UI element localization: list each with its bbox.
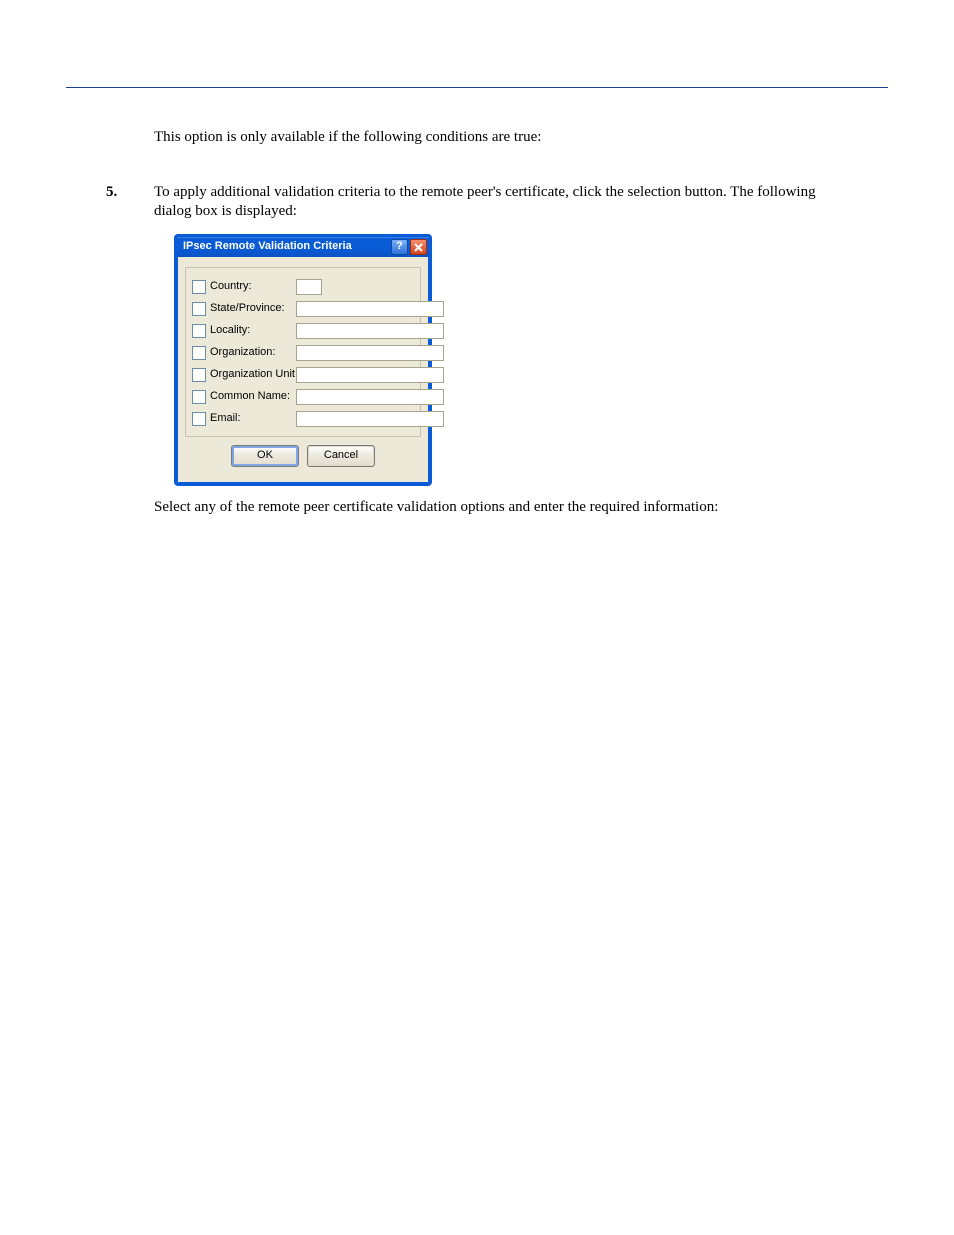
body-text: This option is only available if the fol… <box>130 128 824 517</box>
close-button[interactable] <box>410 239 427 255</box>
ok-button[interactable]: OK <box>231 445 299 467</box>
checkbox-commonname[interactable] <box>192 390 206 404</box>
label-organization: Organization: <box>210 346 292 360</box>
criteria-group: Country: State/Province: Locality: <box>185 267 421 437</box>
intro-line: This option is only available if the fol… <box>154 128 824 147</box>
close-icon <box>414 243 423 252</box>
input-state[interactable] <box>296 301 444 317</box>
label-country: Country: <box>210 280 292 294</box>
field-country: Country: <box>192 276 414 298</box>
field-organization: Organization: <box>192 342 414 364</box>
cancel-button[interactable]: Cancel <box>307 445 375 467</box>
label-email: Email: <box>210 412 292 426</box>
input-country[interactable] <box>296 279 322 295</box>
dialog-screenshot: IPsec Remote Validation Criteria ? Count <box>174 234 824 486</box>
running-header: Configuring Security Configuring IPsec P… <box>66 0 888 1</box>
input-organization[interactable] <box>296 345 444 361</box>
dialog-buttons: OK Cancel <box>185 437 421 473</box>
label-commonname: Common Name: <box>210 390 292 404</box>
followup-paragraph: Select any of the remote peer certificat… <box>154 498 824 517</box>
label-locality: Locality: <box>210 324 292 338</box>
checkbox-country[interactable] <box>192 280 206 294</box>
input-locality[interactable] <box>296 323 444 339</box>
field-state: State/Province: <box>192 298 414 320</box>
checkbox-email[interactable] <box>192 412 206 426</box>
step-5: 5.To apply additional validation criteri… <box>130 183 824 221</box>
checkbox-orgunit[interactable] <box>192 368 206 382</box>
field-email: Email: <box>192 408 414 430</box>
dialog-body: Country: State/Province: Locality: <box>177 257 429 483</box>
step-number: 5. <box>130 183 154 202</box>
checkbox-locality[interactable] <box>192 324 206 338</box>
field-locality: Locality: <box>192 320 414 342</box>
checkbox-organization[interactable] <box>192 346 206 360</box>
input-email[interactable] <box>296 411 444 427</box>
help-button[interactable]: ? <box>391 239 408 255</box>
page: Configuring Security Configuring IPsec P… <box>0 0 954 517</box>
input-orgunit[interactable] <box>296 367 444 383</box>
label-state: State/Province: <box>210 302 292 316</box>
input-commonname[interactable] <box>296 389 444 405</box>
header-rule <box>66 87 888 88</box>
titlebar[interactable]: IPsec Remote Validation Criteria ? <box>177 237 429 257</box>
label-orgunit: Organization Unit: <box>210 368 292 382</box>
field-commonname: Common Name: <box>192 386 414 408</box>
step-text: To apply additional validation criteria … <box>154 184 816 219</box>
ipsec-validation-dialog: IPsec Remote Validation Criteria ? Count <box>174 234 432 486</box>
dialog-title: IPsec Remote Validation Criteria <box>183 240 389 254</box>
field-orgunit: Organization Unit: <box>192 364 414 386</box>
checkbox-state[interactable] <box>192 302 206 316</box>
